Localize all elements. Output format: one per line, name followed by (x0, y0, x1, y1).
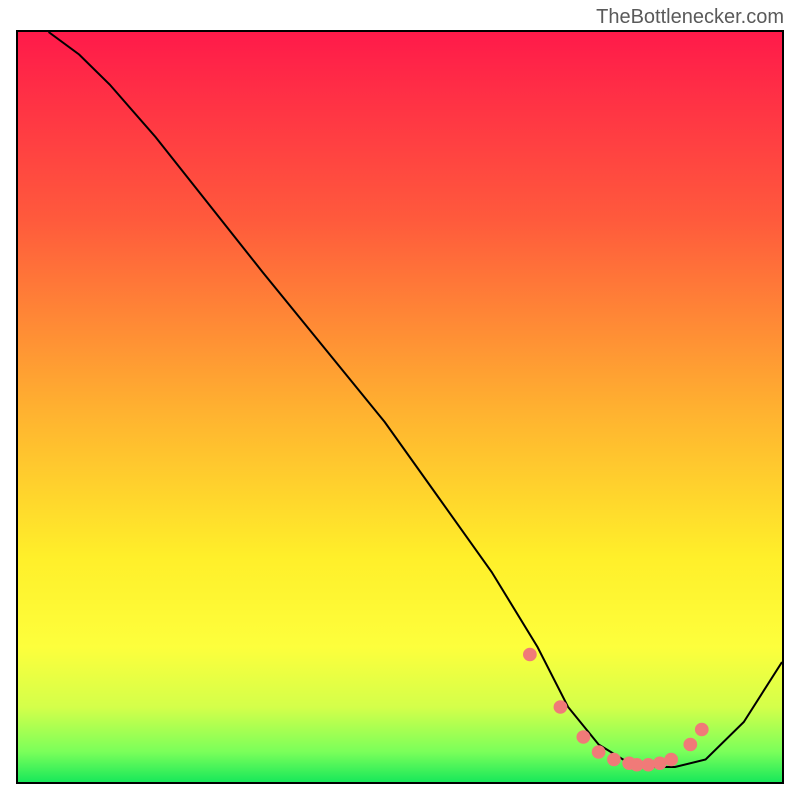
marker-dot (592, 745, 606, 759)
plot-area (16, 30, 784, 784)
marker-dot (576, 730, 590, 744)
watermark-text: TheBottlenecker.com (596, 6, 784, 29)
highlight-dots (523, 648, 709, 772)
marker-dot (523, 648, 537, 662)
chart-container: TheBottlenecker.com (0, 0, 800, 800)
bottleneck-curve (49, 32, 782, 767)
marker-dot (664, 753, 678, 767)
marker-dot (695, 723, 709, 737)
marker-dot (554, 700, 568, 714)
marker-dot (683, 738, 697, 752)
marker-dot (607, 753, 621, 767)
curve-layer (18, 32, 782, 782)
